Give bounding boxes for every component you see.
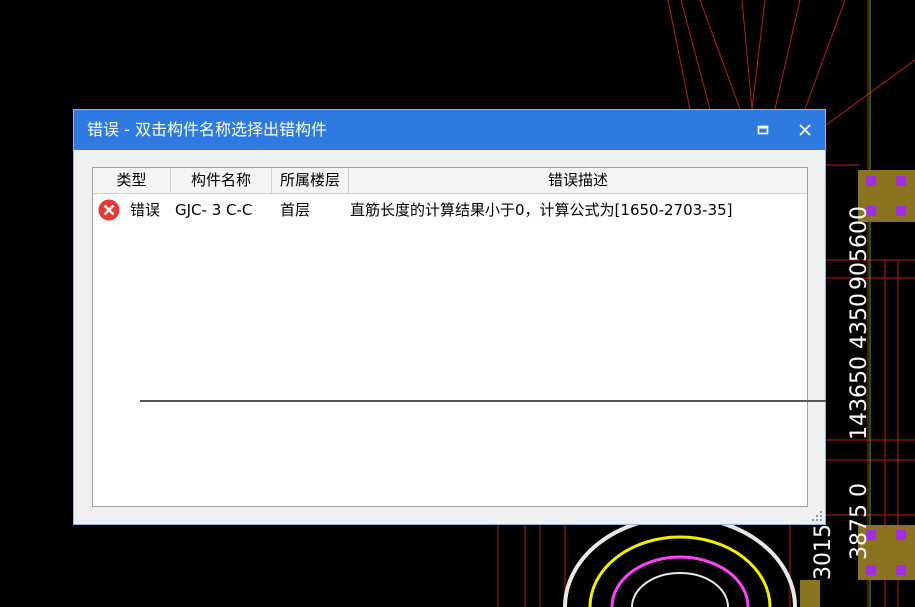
resize-grip-icon[interactable] <box>811 510 823 522</box>
column-header-type[interactable]: 类型 <box>93 168 171 193</box>
column-header-description[interactable]: 错误描述 <box>349 168 807 193</box>
maximize-icon <box>757 125 769 135</box>
row-description: 直筋长度的计算结果小于0，计算公式为[1650-2703-35] <box>350 201 733 219</box>
list-header: 类型 构件名称 所属楼层 错误描述 <box>93 168 807 194</box>
circle-detail <box>563 515 797 607</box>
error-icon <box>98 199 120 221</box>
error-dialog: 错误 - 双击构件名称选择出错构件 类型 构件名称 所属楼层 错误描述 错误 G… <box>73 109 826 525</box>
dim-label-2: 143650 4350 <box>847 293 872 440</box>
column-header-floor[interactable]: 所属楼层 <box>272 168 349 193</box>
row-component-name[interactable]: GJC- 3 C-C <box>175 195 252 225</box>
drawing-line <box>140 400 826 402</box>
row-type: 错误 <box>130 201 161 219</box>
column-header-name[interactable]: 构件名称 <box>171 168 272 193</box>
dialog-title: 错误 - 双击构件名称选择出错构件 <box>87 120 327 139</box>
title-bar[interactable]: 错误 - 双击构件名称选择出错构件 <box>74 110 825 150</box>
dim-label-4: 3015 <box>811 524 836 580</box>
close-icon <box>799 124 811 136</box>
error-list[interactable]: 类型 构件名称 所属楼层 错误描述 错误 GJC- 3 C-C 首层 直筋长度的… <box>92 167 808 507</box>
dim-label-1: 905600 <box>847 206 872 290</box>
maximize-button[interactable] <box>751 118 775 142</box>
dim-label-3: 3875 0 <box>847 483 872 560</box>
table-row[interactable]: 错误 GJC- 3 C-C 首层 直筋长度的计算结果小于0，计算公式为[1650… <box>93 195 807 225</box>
row-floor: 首层 <box>280 201 311 219</box>
close-button[interactable] <box>793 118 817 142</box>
